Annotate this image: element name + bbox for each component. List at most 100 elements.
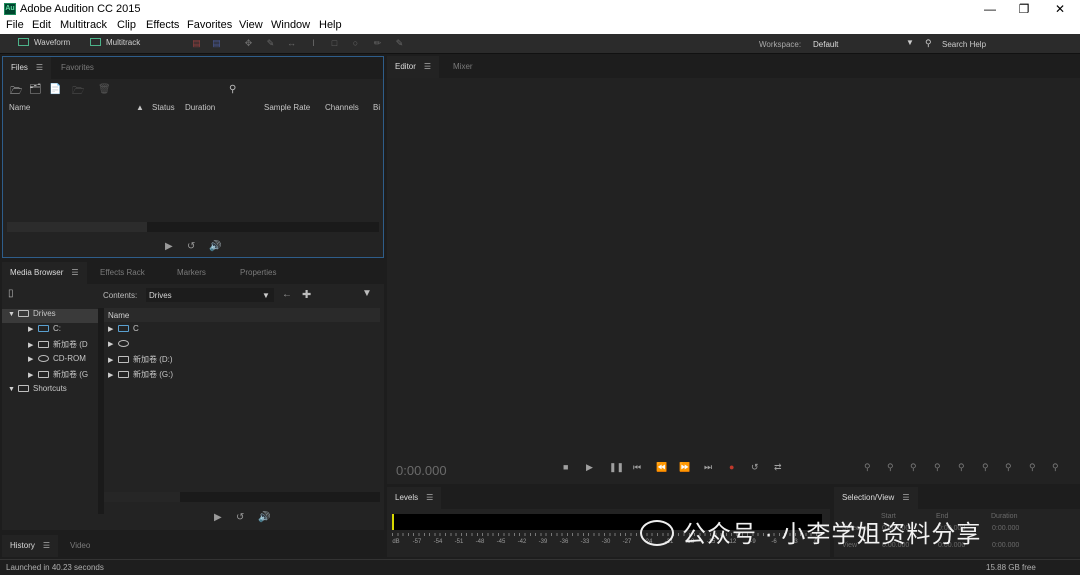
add-shortcut-icon[interactable]: ✚ [302,288,311,301]
column-status[interactable]: Status [152,103,175,112]
workspace-select[interactable]: Default [813,40,838,49]
move-to-previous-icon[interactable]: ⏮ [633,462,641,473]
panel-menu-icon[interactable]: ☰ [426,493,433,502]
time-selection-tool-icon[interactable]: I [308,39,319,48]
insert-into-multitrack-icon[interactable]: 🗁 [72,84,84,101]
files-horizontal-scrollbar[interactable] [7,222,379,232]
tree-item-shortcuts[interactable]: ▼ Shortcuts [8,384,67,398]
tree-item-g-drive[interactable]: ▶ 新加卷 (G [28,369,88,383]
move-to-next-icon[interactable]: ⏭ [704,462,712,473]
tab-favorites[interactable]: Favorites [53,57,102,79]
tree-item-drives[interactable]: ▼ Drives [2,309,98,323]
column-sample-rate[interactable]: Sample Rate [264,103,310,112]
delete-icon[interactable]: 🗑 [98,84,111,95]
drive-icon[interactable]: ▯ [8,288,14,299]
tab-files[interactable]: Files ☰ [3,57,52,79]
pause-icon[interactable]: ❚❚ [609,462,624,473]
list-item[interactable]: ▶ 新加卷 (G:) [108,369,173,383]
menu-favorites[interactable]: Favorites [187,19,232,31]
expanded-arrow-icon[interactable]: ▼ [8,311,16,318]
collapsed-arrow-icon[interactable]: ▶ [28,325,36,333]
record-icon[interactable]: ● [729,462,734,472]
zoom-in-at-in-point-icon[interactable]: ⚲ [982,462,989,473]
menu-edit[interactable]: Edit [32,19,51,31]
tab-media-browser[interactable]: Media Browser ☰ [2,262,87,284]
loop-playback-icon[interactable]: ↺ [751,462,759,473]
collapsed-arrow-icon[interactable]: ▶ [108,371,116,379]
panel-menu-icon[interactable]: ☰ [902,493,909,502]
contents-dropdown[interactable]: Drives ▼ [146,288,274,302]
expanded-arrow-icon[interactable]: ▼ [8,386,16,393]
slip-tool-icon[interactable]: ↔ [286,39,297,48]
panel-menu-icon[interactable]: ☰ [424,62,431,71]
search-help-input[interactable]: Search Help [942,40,986,49]
restore-button[interactable]: ❐ [1006,0,1042,18]
waveform-button[interactable]: Waveform [18,38,70,47]
healing-tool-icon[interactable]: ✎ [394,39,405,48]
spectral-display-icon[interactable]: ▤ [191,39,202,48]
back-arrow-icon[interactable]: ← [282,289,292,300]
autoplay-speaker-icon[interactable]: 🔊 [258,512,270,523]
media-horizontal-scrollbar[interactable] [104,492,380,502]
column-name[interactable]: Name [108,311,129,320]
list-item[interactable]: ▶ C [108,324,139,338]
menu-window[interactable]: Window [271,19,310,31]
zoom-out-time-icon[interactable]: ⚲ [934,462,941,473]
column-name[interactable]: Name [9,103,30,112]
panel-menu-icon[interactable]: ☰ [36,63,43,72]
multitrack-button[interactable]: Multitrack [90,38,140,47]
play-icon[interactable]: ▶ [214,512,222,523]
panel-menu-icon[interactable]: ☰ [71,268,78,277]
zoom-reset-icon[interactable]: ⚲ [1052,462,1059,473]
marquee-tool-icon[interactable]: □ [329,39,340,48]
play-icon[interactable]: ▶ [165,241,173,252]
collapsed-arrow-icon[interactable]: ▶ [28,371,36,379]
zoom-to-selection-icon[interactable]: ⚲ [1029,462,1036,473]
scrollbar-thumb[interactable] [7,222,147,232]
column-channels[interactable]: Channels [325,103,359,112]
collapsed-arrow-icon[interactable]: ▶ [28,341,36,349]
filter-icon[interactable]: ▼ [362,288,372,299]
tab-mixer[interactable]: Mixer [445,56,481,78]
brush-tool-icon[interactable]: ✏ [372,39,383,48]
tab-levels[interactable]: Levels ☰ [387,487,442,509]
open-file-icon[interactable]: 🗁 [10,84,22,101]
tab-editor[interactable]: Editor ☰ [387,56,440,78]
view-duration-field[interactable]: 0:00.000 [992,542,1019,549]
zoom-out-full-icon[interactable]: ⚲ [958,462,965,473]
menu-effects[interactable]: Effects [146,19,179,31]
tab-effects-rack[interactable]: Effects Rack [92,262,153,284]
scrollbar-thumb[interactable] [104,492,180,502]
panel-menu-icon[interactable]: ☰ [43,541,50,550]
import-file-icon[interactable]: 🗂 [29,84,42,95]
chevron-down-icon[interactable]: ▼ [906,38,914,47]
tab-history[interactable]: History ☰ [2,535,59,557]
menu-file[interactable]: File [6,19,24,31]
tab-properties[interactable]: Properties [232,262,284,284]
new-file-icon[interactable]: 📄 [49,84,61,95]
collapsed-arrow-icon[interactable]: ▶ [108,356,116,364]
menu-view[interactable]: View [239,19,263,31]
tab-selection-view[interactable]: Selection/View ☰ [834,487,918,509]
menu-help[interactable]: Help [319,19,342,31]
pitch-display-icon[interactable]: ▤ [211,39,222,48]
list-item[interactable]: ▶ 新加卷 (D:) [108,354,173,368]
collapsed-arrow-icon[interactable]: ▶ [28,355,36,363]
list-item[interactable]: ▶ [108,339,133,353]
menu-multitrack[interactable]: Multitrack [60,19,107,31]
column-duration[interactable]: Duration [185,103,215,112]
play-icon[interactable]: ▶ [586,462,593,473]
lasso-tool-icon[interactable]: ○ [350,39,361,48]
zoom-out-amplitude-icon[interactable]: ⚲ [887,462,894,473]
stop-icon[interactable]: ■ [563,462,568,472]
search-icon[interactable]: ⚲ [229,84,236,95]
minimize-button[interactable]: — [972,0,1008,18]
zoom-in-at-out-point-icon[interactable]: ⚲ [1005,462,1012,473]
fast-forward-icon[interactable]: ⏩ [679,462,690,473]
column-bit-depth[interactable]: Bi [373,103,380,112]
zoom-in-time-icon[interactable]: ⚲ [910,462,917,473]
tab-video[interactable]: Video [62,535,98,557]
tree-item-d-drive[interactable]: ▶ 新加卷 (D [28,339,88,353]
collapsed-arrow-icon[interactable]: ▶ [108,340,116,348]
collapsed-arrow-icon[interactable]: ▶ [108,325,116,333]
